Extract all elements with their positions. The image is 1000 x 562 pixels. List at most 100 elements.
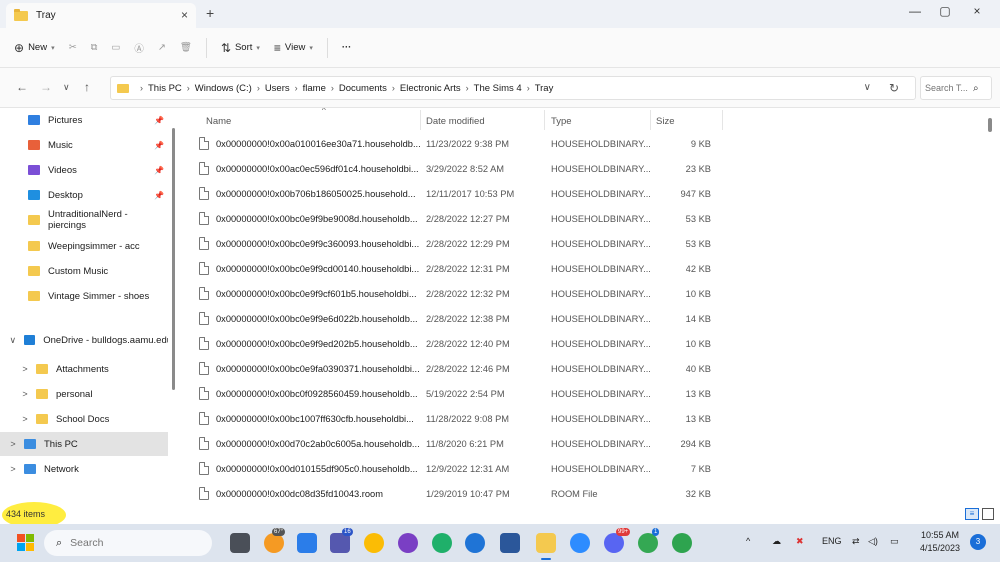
close-window-button[interactable]: × bbox=[962, 4, 992, 18]
file-row[interactable]: 0x00000000!0x00d70c2ab0c6005a.householdb… bbox=[180, 432, 986, 457]
sidebar-item[interactable]: Custom Music bbox=[0, 259, 168, 283]
teams-icon[interactable] bbox=[330, 533, 350, 553]
file-row[interactable]: 0x00000000!0x00b706b186050025.household.… bbox=[180, 182, 986, 207]
sidebar-scrollbar[interactable] bbox=[172, 128, 175, 390]
column-type-header[interactable]: Type bbox=[551, 116, 572, 127]
breadcrumb-item[interactable]: Documents bbox=[339, 83, 387, 94]
expand-chevron-icon[interactable]: ∨ bbox=[6, 335, 20, 346]
column-size-header[interactable]: Size bbox=[656, 116, 674, 127]
expand-chevron-icon[interactable]: > bbox=[18, 389, 32, 399]
sort-button[interactable]: ⇅ Sort ▾ bbox=[221, 41, 260, 55]
cut-icon[interactable]: ✂ bbox=[69, 42, 77, 53]
file-row[interactable]: 0x00000000!0x00bc0e9f9cd00140.householdb… bbox=[180, 257, 986, 282]
taskbar-search[interactable]: ⌕ bbox=[44, 530, 212, 556]
file-row[interactable]: 0x00000000!0x00bc0e9f9ed202b5.householdb… bbox=[180, 332, 986, 357]
zoom-icon[interactable] bbox=[570, 533, 590, 553]
sidebar-item[interactable]: UntraditionalNerd - piercings bbox=[0, 208, 168, 232]
onedrive-tray-icon[interactable]: ☁ bbox=[772, 536, 781, 547]
column-divider[interactable] bbox=[650, 110, 651, 130]
column-name-header[interactable]: Name bbox=[206, 116, 231, 127]
messenger-icon[interactable] bbox=[398, 533, 418, 553]
calculator-icon[interactable] bbox=[297, 533, 317, 553]
breadcrumb-chevron[interactable]: › bbox=[527, 83, 530, 93]
sidebar-item[interactable]: > School Docs bbox=[0, 407, 168, 431]
breadcrumb-item[interactable]: Electronic Arts bbox=[400, 83, 461, 94]
file-row[interactable]: 0x00000000!0x00bc0e9f9e6d022b.householdb… bbox=[180, 307, 986, 332]
network-tray-icon[interactable]: ⇄ bbox=[852, 536, 860, 547]
file-row[interactable]: 0x00000000!0x00d010155df905c0.householdb… bbox=[180, 457, 986, 482]
expand-chevron-icon[interactable]: > bbox=[6, 439, 20, 449]
column-divider[interactable] bbox=[420, 110, 421, 130]
sidebar-item[interactable]: Pictures 📌 bbox=[0, 108, 168, 132]
edge-dev-icon[interactable] bbox=[465, 533, 485, 553]
address-bar[interactable]: › This PC › Windows (C:) › Users › flame › Docum… bbox=[110, 76, 916, 100]
clock[interactable]: 10:55 AM 4/15/2023 bbox=[920, 529, 960, 555]
weather-widget-icon[interactable] bbox=[264, 533, 284, 553]
tiles-view-icon[interactable] bbox=[982, 508, 994, 520]
breadcrumb-chevron[interactable]: › bbox=[257, 83, 260, 93]
volume-icon[interactable]: ◁) bbox=[868, 536, 878, 547]
more-options-button[interactable]: ··· bbox=[342, 42, 352, 53]
breadcrumb-chevron[interactable]: › bbox=[331, 83, 334, 93]
expand-chevron-icon[interactable]: > bbox=[6, 464, 20, 474]
file-row[interactable]: 0x00000000!0x00a010016ee30a71.householdb… bbox=[180, 132, 986, 157]
maximize-button[interactable]: ▢ bbox=[930, 4, 960, 18]
recent-chevron-icon[interactable]: ∨ bbox=[63, 82, 70, 93]
refresh-icon[interactable]: ↻ bbox=[889, 81, 899, 95]
sidebar-item[interactable]: Music 📌 bbox=[0, 133, 168, 157]
file-row[interactable]: 0x00000000!0x00bc0e9f9c360093.householdb… bbox=[180, 232, 986, 257]
address-dropdown-icon[interactable]: ∨ bbox=[864, 82, 871, 93]
share-icon[interactable]: ↗ bbox=[158, 42, 166, 53]
security-tray-icon[interactable]: ✖ bbox=[796, 536, 804, 547]
chrome-icon[interactable] bbox=[364, 533, 384, 553]
file-row[interactable]: 0x00000000!0x00bc0e9f9be9008d.householdb… bbox=[180, 207, 986, 232]
file-row[interactable]: 0x00000000!0x00bc0f0928560459.householdb… bbox=[180, 382, 986, 407]
paste-icon[interactable]: ▭ bbox=[111, 42, 120, 53]
sims-launcher-icon[interactable] bbox=[672, 533, 692, 553]
column-divider[interactable] bbox=[544, 110, 545, 130]
breadcrumb-chevron[interactable]: › bbox=[295, 83, 298, 93]
file-row[interactable]: 0x00000000!0x00bc0e9f9cf601b5.householdb… bbox=[180, 282, 986, 307]
sidebar-item[interactable]: Vintage Simmer - shoes bbox=[0, 284, 168, 308]
breadcrumb-item[interactable]: Users bbox=[265, 83, 290, 94]
back-arrow-icon[interactable]: ← bbox=[16, 80, 28, 94]
word-icon[interactable] bbox=[500, 533, 520, 553]
grammarly-icon[interactable] bbox=[432, 533, 452, 553]
breadcrumb-item[interactable]: The Sims 4 bbox=[474, 83, 522, 94]
sidebar-item[interactable]: > Network bbox=[0, 457, 168, 481]
taskbar-search-input[interactable] bbox=[70, 537, 191, 549]
new-tab-button[interactable]: + bbox=[206, 5, 214, 21]
sidebar-item[interactable]: Weepingsimmer - acc bbox=[0, 234, 168, 258]
delete-icon[interactable]: 🗑 bbox=[180, 42, 192, 53]
sidebar-item[interactable]: > personal bbox=[0, 382, 168, 406]
file-list-scrollbar[interactable] bbox=[988, 118, 992, 132]
file-row[interactable]: 0x00000000!0x00bc0e9fa0390371.householdb… bbox=[180, 357, 986, 382]
battery-icon[interactable]: ▭ bbox=[890, 536, 899, 547]
task-view-icon[interactable] bbox=[230, 533, 250, 553]
file-row[interactable]: 0x00000000!0x00dc08d35fd10043.room 1/29/2… bbox=[180, 482, 986, 506]
copy-icon[interactable]: ⧉ bbox=[91, 42, 98, 53]
rename-icon[interactable]: Ⓐ bbox=[134, 41, 144, 55]
file-row[interactable]: 0x00000000!0x00bc1007ff630cfb.householdb… bbox=[180, 407, 986, 432]
column-date-header[interactable]: Date modified bbox=[426, 116, 485, 127]
breadcrumb-item[interactable]: This PC bbox=[148, 83, 182, 94]
search-box[interactable]: ⌕ bbox=[920, 76, 992, 100]
breadcrumb-chevron[interactable]: › bbox=[466, 83, 469, 93]
tab-tray[interactable]: Tray × bbox=[6, 3, 196, 28]
expand-chevron-icon[interactable]: > bbox=[18, 364, 32, 374]
file-explorer-icon[interactable] bbox=[536, 533, 556, 553]
chrome-profile-icon[interactable] bbox=[638, 533, 658, 553]
language-indicator[interactable]: ENG bbox=[822, 536, 842, 546]
notification-badge[interactable]: 3 bbox=[970, 534, 986, 550]
sidebar-item[interactable]: > This PC bbox=[0, 432, 168, 456]
windows-start-icon[interactable] bbox=[17, 534, 35, 552]
breadcrumb-item[interactable]: flame bbox=[303, 83, 326, 94]
column-divider[interactable] bbox=[722, 110, 723, 130]
sidebar-item[interactable]: ∨ OneDrive - bulldogs.aamu.edu bbox=[0, 328, 168, 352]
sidebar-item[interactable]: > Attachments bbox=[0, 357, 168, 381]
show-hidden-icons-icon[interactable]: ^ bbox=[746, 536, 750, 546]
breadcrumb-item[interactable]: Windows (C:) bbox=[195, 83, 252, 94]
sidebar-item[interactable]: Videos 📌 bbox=[0, 158, 168, 182]
search-input[interactable] bbox=[925, 83, 973, 93]
breadcrumb-item[interactable]: Tray bbox=[535, 83, 554, 94]
